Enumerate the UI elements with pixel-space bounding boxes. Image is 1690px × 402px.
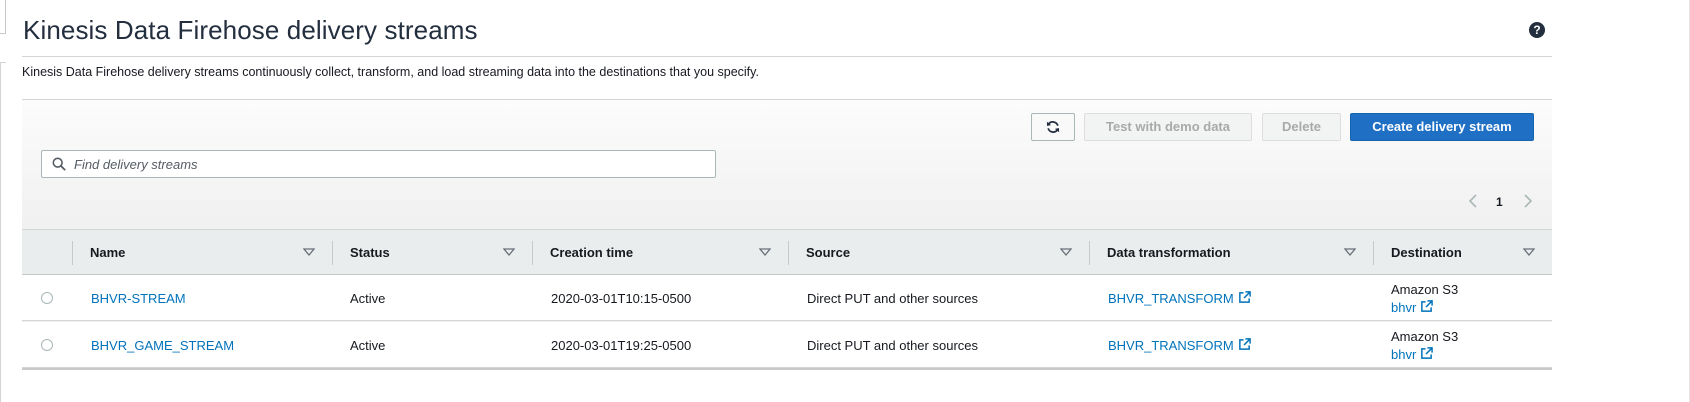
column-header-creation-time[interactable]: Creation time — [532, 230, 788, 276]
sort-caret-icon — [503, 248, 515, 256]
next-page-icon[interactable] — [1522, 193, 1534, 209]
external-link-icon — [1238, 291, 1251, 303]
transformation-link[interactable]: BHVR_TRANSFORM — [1108, 338, 1234, 353]
external-link-icon — [1421, 300, 1434, 312]
status-text: Active — [350, 338, 386, 353]
external-link-icon — [1238, 338, 1251, 350]
page-number[interactable]: 1 — [1496, 195, 1503, 209]
search-icon — [52, 157, 66, 171]
sort-caret-icon — [1060, 248, 1072, 256]
status-text: Active — [350, 291, 386, 306]
destination-cell: bhvr — [1391, 300, 1434, 315]
table-row[interactable]: BHVR_GAME_STREAM Active 2020-03-01T19:25… — [22, 322, 1552, 368]
column-label: Data transformation — [1107, 245, 1231, 260]
column-label: Name — [90, 245, 126, 260]
column-header-data-transformation[interactable]: Data transformation — [1089, 230, 1373, 276]
transformation-cell: BHVR_TRANSFORM — [1108, 338, 1251, 353]
column-header-destination[interactable]: Destination — [1373, 230, 1552, 276]
source-text: Direct PUT and other sources — [807, 338, 978, 353]
create-delivery-stream-button[interactable]: Create delivery stream — [1350, 113, 1534, 141]
search-input[interactable] — [74, 155, 694, 173]
sort-caret-icon — [303, 248, 315, 256]
transformation-link[interactable]: BHVR_TRANSFORM — [1108, 291, 1234, 306]
previous-page-icon[interactable] — [1467, 193, 1479, 209]
destination-type-text: Amazon S3 — [1391, 329, 1459, 344]
external-link-icon — [1421, 347, 1434, 359]
question-circle-icon[interactable]: ? — [1529, 22, 1545, 38]
left-panel-edge — [0, 62, 6, 402]
column-header-name[interactable]: Name — [72, 230, 332, 276]
refresh-icon — [1046, 121, 1060, 133]
destination-type-text: Amazon S3 — [1391, 282, 1459, 297]
page-description: Kinesis Data Firehose delivery streams c… — [22, 65, 759, 79]
column-header-status[interactable]: Status — [332, 230, 532, 276]
stream-name-link[interactable]: BHVR_GAME_STREAM — [91, 338, 234, 353]
sort-caret-icon — [759, 248, 771, 256]
source-text: Direct PUT and other sources — [807, 291, 978, 306]
column-label: Status — [350, 245, 390, 260]
table-bottom-border — [22, 368, 1552, 370]
column-label: Destination — [1391, 245, 1462, 260]
divider — [22, 56, 1552, 57]
stream-name-link[interactable]: BHVR-STREAM — [91, 291, 186, 306]
destination-link[interactable]: bhvr — [1391, 300, 1416, 315]
row-select-radio[interactable] — [41, 292, 53, 304]
column-header-source[interactable]: Source — [788, 230, 1089, 276]
left-panel-edge — [0, 0, 6, 34]
column-label: Creation time — [550, 245, 634, 260]
delete-button[interactable]: Delete — [1262, 113, 1341, 141]
column-label: Source — [806, 245, 851, 260]
search-box — [41, 150, 716, 178]
page-title: Kinesis Data Firehose delivery streams — [23, 15, 478, 45]
creation-time-text: 2020-03-01T10:15-0500 — [551, 291, 692, 306]
table-header: Name Status Creation time Source Data tr… — [22, 229, 1552, 275]
test-with-demo-data-button[interactable]: Test with demo data — [1084, 113, 1252, 141]
row-select-radio[interactable] — [41, 339, 53, 351]
destination-link[interactable]: bhvr — [1391, 347, 1416, 362]
destination-cell: bhvr — [1391, 347, 1434, 362]
creation-time-text: 2020-03-01T19:25-0500 — [551, 338, 692, 353]
sort-caret-icon — [1344, 248, 1356, 256]
sort-caret-icon — [1523, 248, 1535, 256]
transformation-cell: BHVR_TRANSFORM — [1108, 291, 1251, 306]
table-row[interactable]: BHVR-STREAM Active 2020-03-01T10:15-0500… — [22, 275, 1552, 321]
refresh-button[interactable] — [1031, 113, 1075, 141]
